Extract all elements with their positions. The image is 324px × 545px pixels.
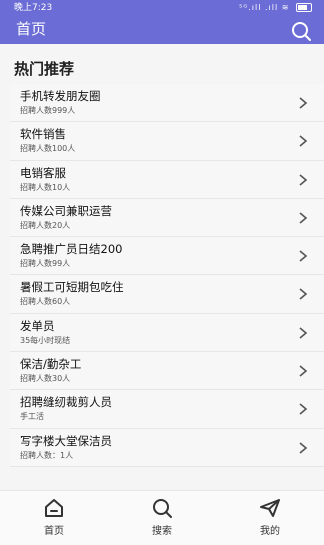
nav-mine-label: 我的	[260, 526, 280, 537]
chevron-right-icon	[299, 327, 308, 339]
status-bar: 晚上7:23 ⁵ᴳ.ıll .ıll ≋	[0, 0, 324, 16]
job-subtitle: 招聘人数：1人	[20, 450, 74, 460]
nav-mine[interactable]: 我的	[240, 495, 300, 541]
chevron-right-icon	[299, 212, 308, 224]
job-subtitle: 招聘人数100人	[20, 144, 76, 154]
nav-search-label: 搜索	[152, 526, 172, 537]
chevron-right-icon	[299, 173, 308, 186]
list-item[interactable]: 写字楼大堂保洁员 招聘人数：1人	[10, 428, 324, 467]
job-title: 手机转发朋友圈	[20, 89, 101, 103]
job-title: 写字楼大堂保洁员	[20, 433, 112, 448]
chevron-right-icon	[299, 135, 308, 147]
job-title: 软件销售	[20, 127, 66, 142]
list-item[interactable]: 招聘缝纫裁剪人员 手工活	[10, 390, 324, 429]
home-icon	[45, 499, 63, 517]
list-item[interactable]: 手机转发朋友圈 招聘人数999人	[10, 84, 324, 123]
job-title: 电销客服	[20, 165, 66, 180]
chevron-right-icon	[299, 403, 308, 415]
list-item[interactable]: 保洁/勤杂工 招聘人数30人	[10, 352, 324, 391]
list-item[interactable]: 传媒公司兼职运营 招聘人数20人	[10, 198, 324, 238]
job-title: 急聘推广员日结200	[20, 242, 123, 257]
job-list: 手机转发朋友圈 招聘人数999人 软件销售 招聘人数100人 电销客服 招聘人数…	[10, 84, 324, 467]
status-time: 晚上7:23	[14, 3, 53, 13]
job-title: 暑假工可短期包吃住	[20, 280, 124, 295]
nav-home-label: 首页	[44, 526, 64, 537]
job-subtitle: 招聘人数30人	[20, 374, 71, 384]
list-item[interactable]: 电销客服 招聘人数10人	[10, 160, 324, 199]
signal-icon: ⁵ᴳ.ıll .ıll ≋	[239, 3, 290, 12]
send-icon	[260, 499, 280, 517]
app-header: 晚上7:23 ⁵ᴳ.ıll .ıll ≋ 首页	[0, 0, 324, 44]
chevron-right-icon	[299, 288, 308, 301]
bottom-navigation: 首页 搜索 我的	[0, 490, 324, 545]
search-button[interactable]	[290, 20, 312, 42]
nav-home[interactable]: 首页	[24, 495, 84, 541]
list-item[interactable]: 暑假工可短期包吃住 招聘人数60人	[10, 275, 324, 314]
battery-icon	[296, 3, 312, 12]
nav-search[interactable]: 搜索	[132, 495, 192, 541]
chevron-right-icon	[299, 442, 308, 454]
list-item[interactable]: 发单员 35每小时现结	[10, 313, 324, 353]
chevron-right-icon	[299, 97, 308, 109]
search-icon	[153, 499, 172, 518]
status-icons: ⁵ᴳ.ıll .ıll ≋	[239, 0, 312, 16]
job-title: 传媒公司兼职运营	[20, 203, 112, 218]
main-content: 热门推荐 手机转发朋友圈 招聘人数999人 软件销售 招聘人数100人 电销客服…	[0, 44, 324, 490]
job-title: 招聘缝纫裁剪人员	[20, 395, 112, 410]
chevron-right-icon	[299, 365, 308, 377]
section-title: 热门推荐	[14, 60, 75, 78]
job-subtitle: 招聘人数999人	[20, 106, 76, 115]
job-subtitle: 招聘人数20人	[20, 220, 71, 230]
job-subtitle: 招聘人数10人	[20, 182, 71, 192]
list-item[interactable]: 软件销售 招聘人数100人	[10, 122, 324, 161]
job-title: 保洁/勤杂工	[20, 357, 82, 372]
job-subtitle: 招聘人数60人	[20, 297, 71, 307]
job-subtitle: 招聘人数99人	[20, 259, 71, 269]
job-subtitle: 35每小时现结	[20, 335, 71, 345]
page-title: 首页	[16, 20, 47, 38]
chevron-right-icon	[299, 250, 308, 262]
search-icon	[292, 22, 311, 41]
job-subtitle: 手工活	[20, 412, 44, 422]
job-title: 发单员	[20, 318, 55, 333]
list-item[interactable]: 急聘推广员日结200 招聘人数99人	[10, 237, 324, 276]
